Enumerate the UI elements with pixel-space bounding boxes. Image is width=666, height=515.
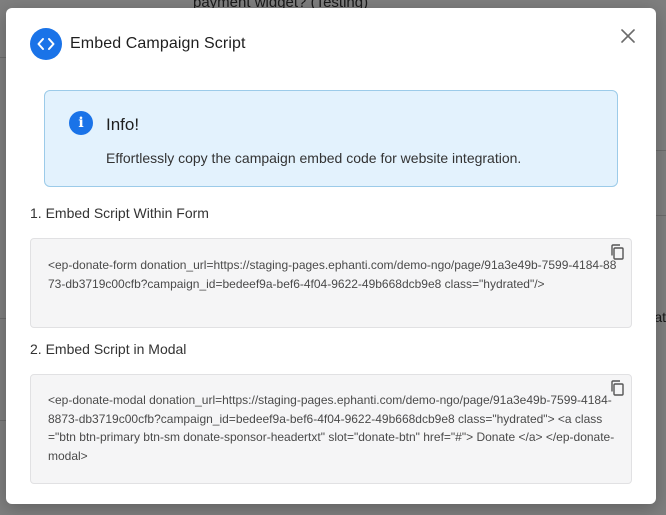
section-label-form: 1. Embed Script Within Form — [30, 205, 209, 221]
close-button[interactable] — [618, 26, 638, 46]
close-icon — [621, 29, 635, 43]
info-title: Info! — [106, 115, 140, 134]
info-text: Effortlessly copy the campaign embed cod… — [106, 150, 522, 166]
section-label-modal: 2. Embed Script in Modal — [30, 341, 187, 357]
code-snippet-form[interactable]: <ep-donate-form donation_url=https://sta… — [48, 256, 617, 293]
info-alert: i Info! Effortlessly copy the campaign e… — [44, 90, 618, 187]
copy-button-form[interactable] — [609, 243, 625, 261]
code-icon — [30, 27, 62, 60]
modal-header: Embed Campaign Script — [30, 27, 246, 60]
copy-icon — [611, 244, 624, 260]
code-snippet-modal[interactable]: <ep-donate-modal donation_url=https://st… — [48, 391, 617, 465]
modal-title: Embed Campaign Script — [70, 34, 246, 52]
copy-button-modal[interactable] — [609, 379, 625, 397]
code-box-modal: <ep-donate-modal donation_url=https://st… — [30, 374, 632, 484]
embed-campaign-script-modal: Embed Campaign Script i Info! Effortless… — [6, 8, 656, 504]
copy-icon — [611, 380, 624, 396]
code-box-form: <ep-donate-form donation_url=https://sta… — [30, 238, 632, 328]
info-icon: i — [69, 111, 93, 135]
